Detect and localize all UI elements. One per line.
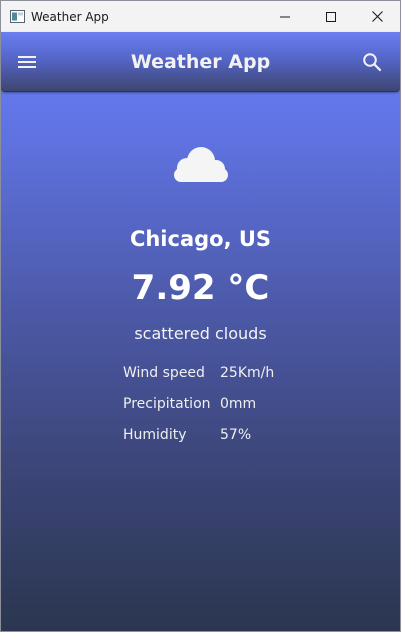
weather-panel: Chicago, US 7.92 °C scattered clouds Win… [1, 32, 400, 631]
search-icon [363, 53, 382, 72]
humidity-value: 57% [220, 426, 252, 443]
window-controls [262, 1, 400, 32]
detail-row-wind: Wind speed 25Km/h [123, 357, 274, 388]
maximize-button[interactable] [308, 1, 354, 32]
search-button[interactable] [356, 46, 388, 78]
hamburger-menu-icon [18, 56, 36, 68]
precipitation-value: 0mm [220, 395, 257, 412]
minimize-icon [280, 16, 290, 17]
close-icon [371, 11, 383, 22]
detail-row-humidity: Humidity 57% [123, 419, 274, 450]
wind-speed-value: 25Km/h [220, 364, 275, 381]
detail-row-precipitation: Precipitation 0mm [123, 388, 274, 419]
precipitation-label: Precipitation [123, 395, 211, 412]
humidity-label: Humidity [123, 426, 187, 443]
app-bar-title: Weather App [130, 51, 271, 73]
close-button[interactable] [354, 1, 400, 32]
weather-details: Wind speed 25Km/h Precipitation 0mm Humi… [123, 357, 274, 450]
menu-button[interactable] [11, 46, 43, 78]
app-window-icon [9, 10, 25, 24]
app-bar: Weather App [1, 32, 400, 92]
weather-description: scattered clouds [134, 324, 267, 343]
maximize-icon [326, 11, 336, 22]
city-name: Chicago, US [129, 227, 272, 251]
window-titlebar[interactable]: Weather App [1, 1, 400, 32]
temperature: 7.92 °C [131, 268, 270, 308]
wind-speed-label: Wind speed [123, 364, 205, 381]
minimize-button[interactable] [262, 1, 308, 32]
window-title: Weather App [31, 9, 109, 24]
cloud-icon [174, 147, 228, 182]
app-window: Weather App Chicago, US 7.92 °C scattere… [0, 0, 401, 632]
